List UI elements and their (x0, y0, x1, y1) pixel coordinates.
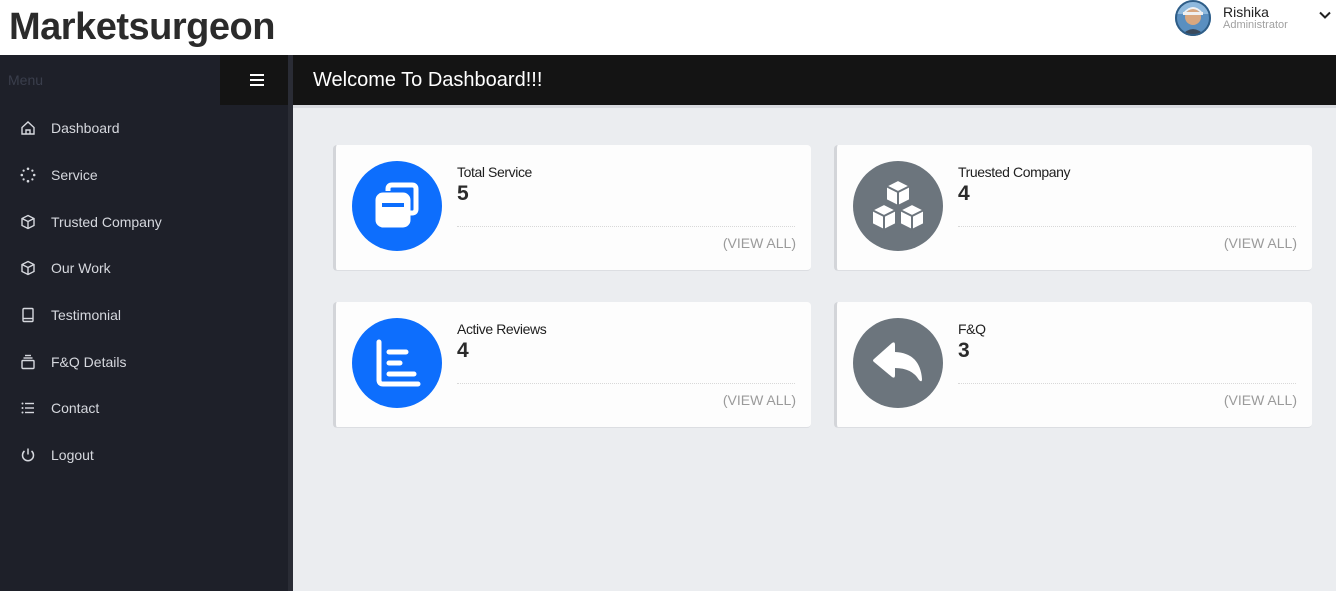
top-header: Marketsurgeon Rishika Administrator (0, 0, 1336, 55)
sidebar-item-logout[interactable]: Logout (0, 432, 288, 479)
sidebar-item-label: Trusted Company (51, 213, 162, 230)
stat-count: 3 (958, 339, 970, 362)
stat-card-active-reviews: Active Reviews 4 (VIEW ALL) (333, 302, 811, 428)
sidebar-item-label: Contact (51, 400, 100, 417)
sidebar-item-label: Testimonial (51, 307, 122, 324)
sidebar-item-our-work[interactable]: Our Work (0, 245, 288, 292)
sidebar-item-testimonial[interactable]: Testimonial (0, 292, 288, 339)
stat-card-trusted-company: Truested Company 4 (VIEW ALL) (834, 145, 1312, 271)
home-icon (20, 120, 36, 136)
boxes-icon (853, 161, 943, 251)
sidebar-nav: Dashboard Service Trusted Company Our Wo… (0, 105, 288, 479)
list-icon (20, 400, 36, 416)
stat-label: F&Q (958, 321, 986, 337)
brand-logo[interactable]: Marketsurgeon (9, 6, 275, 49)
view-all-link[interactable]: (VIEW ALL) (1224, 235, 1297, 251)
view-all-link[interactable]: (VIEW ALL) (723, 235, 796, 251)
archive-icon (20, 354, 36, 370)
view-all-link[interactable]: (VIEW ALL) (723, 392, 796, 408)
user-name: Rishika (1223, 4, 1269, 20)
stat-count: 4 (457, 339, 469, 362)
chevron-down-icon[interactable] (1318, 8, 1332, 22)
view-all-link[interactable]: (VIEW ALL) (1224, 392, 1297, 408)
divider (958, 383, 1296, 384)
sidebar-item-service[interactable]: Service (0, 152, 288, 199)
stat-label: Active Reviews (457, 321, 547, 337)
header-divider (293, 105, 1336, 108)
stat-card-fq: F&Q 3 (VIEW ALL) (834, 302, 1312, 428)
reply-icon (853, 318, 943, 408)
stat-count: 5 (457, 182, 469, 205)
sidebar-item-dashboard[interactable]: Dashboard (0, 105, 288, 152)
hamburger-icon (249, 74, 264, 86)
sidebar-item-label: Logout (51, 447, 94, 464)
sidebar-item-trusted-company[interactable]: Trusted Company (0, 198, 288, 245)
copy-icon (352, 161, 442, 251)
user-menu[interactable]: Rishika Administrator (1174, 0, 1336, 40)
divider (958, 226, 1296, 227)
sidebar-item-fq-details[interactable]: F&Q Details (0, 338, 288, 385)
stat-label: Total Service (457, 164, 532, 180)
sidebar-item-label: F&Q Details (51, 353, 127, 370)
sidebar-item-label: Dashboard (51, 120, 120, 137)
divider (457, 383, 795, 384)
sidebar: Menu Dashboard Service Trusted Company O… (0, 55, 293, 591)
sidebar-toggle-button[interactable] (220, 55, 293, 105)
stat-count: 4 (958, 182, 970, 205)
page-title: Welcome To Dashboard!!! (313, 69, 543, 91)
page-header: Welcome To Dashboard!!! (293, 55, 1336, 105)
sidebar-item-contact[interactable]: Contact (0, 385, 288, 432)
sidebar-item-label: Service (51, 167, 98, 184)
user-role: Administrator (1223, 19, 1288, 31)
sidebar-item-label: Our Work (51, 260, 111, 277)
box-icon (20, 214, 36, 230)
sidebar-edge (288, 55, 293, 591)
menu-label: Menu (8, 72, 44, 88)
divider (457, 226, 795, 227)
power-icon (20, 447, 36, 463)
box-icon (20, 260, 36, 276)
stat-card-total-service: Total Service 5 (VIEW ALL) (333, 145, 811, 271)
loader-icon (20, 167, 36, 183)
stat-label: Truested Company (958, 164, 1071, 180)
bar-chart-icon (352, 318, 442, 408)
book-icon (20, 307, 36, 323)
avatar[interactable] (1175, 0, 1211, 36)
